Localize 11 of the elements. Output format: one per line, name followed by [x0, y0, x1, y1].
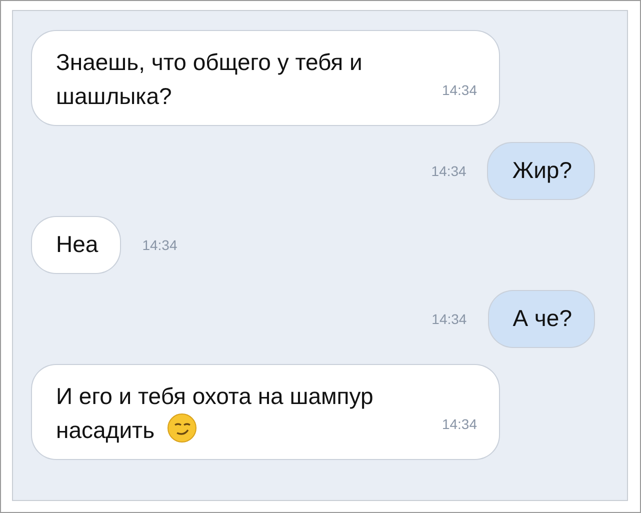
message-time: 14:34 [442, 415, 477, 434]
smirk-emoji-icon [166, 413, 197, 443]
message-time: 14:34 [442, 81, 477, 100]
message-text: А че? [512, 304, 572, 333]
message-text: Жир? [512, 156, 572, 185]
message-time: 14:34 [431, 163, 466, 179]
message-time: 14:34 [142, 237, 178, 253]
message-time: 14:34 [432, 311, 467, 327]
message-text: И его и тебя охота на шампур насадить [56, 382, 374, 445]
message-text: Знаешь, что общего у тебя и шашлыка? [56, 48, 364, 111]
message-text: Неа [56, 230, 98, 259]
